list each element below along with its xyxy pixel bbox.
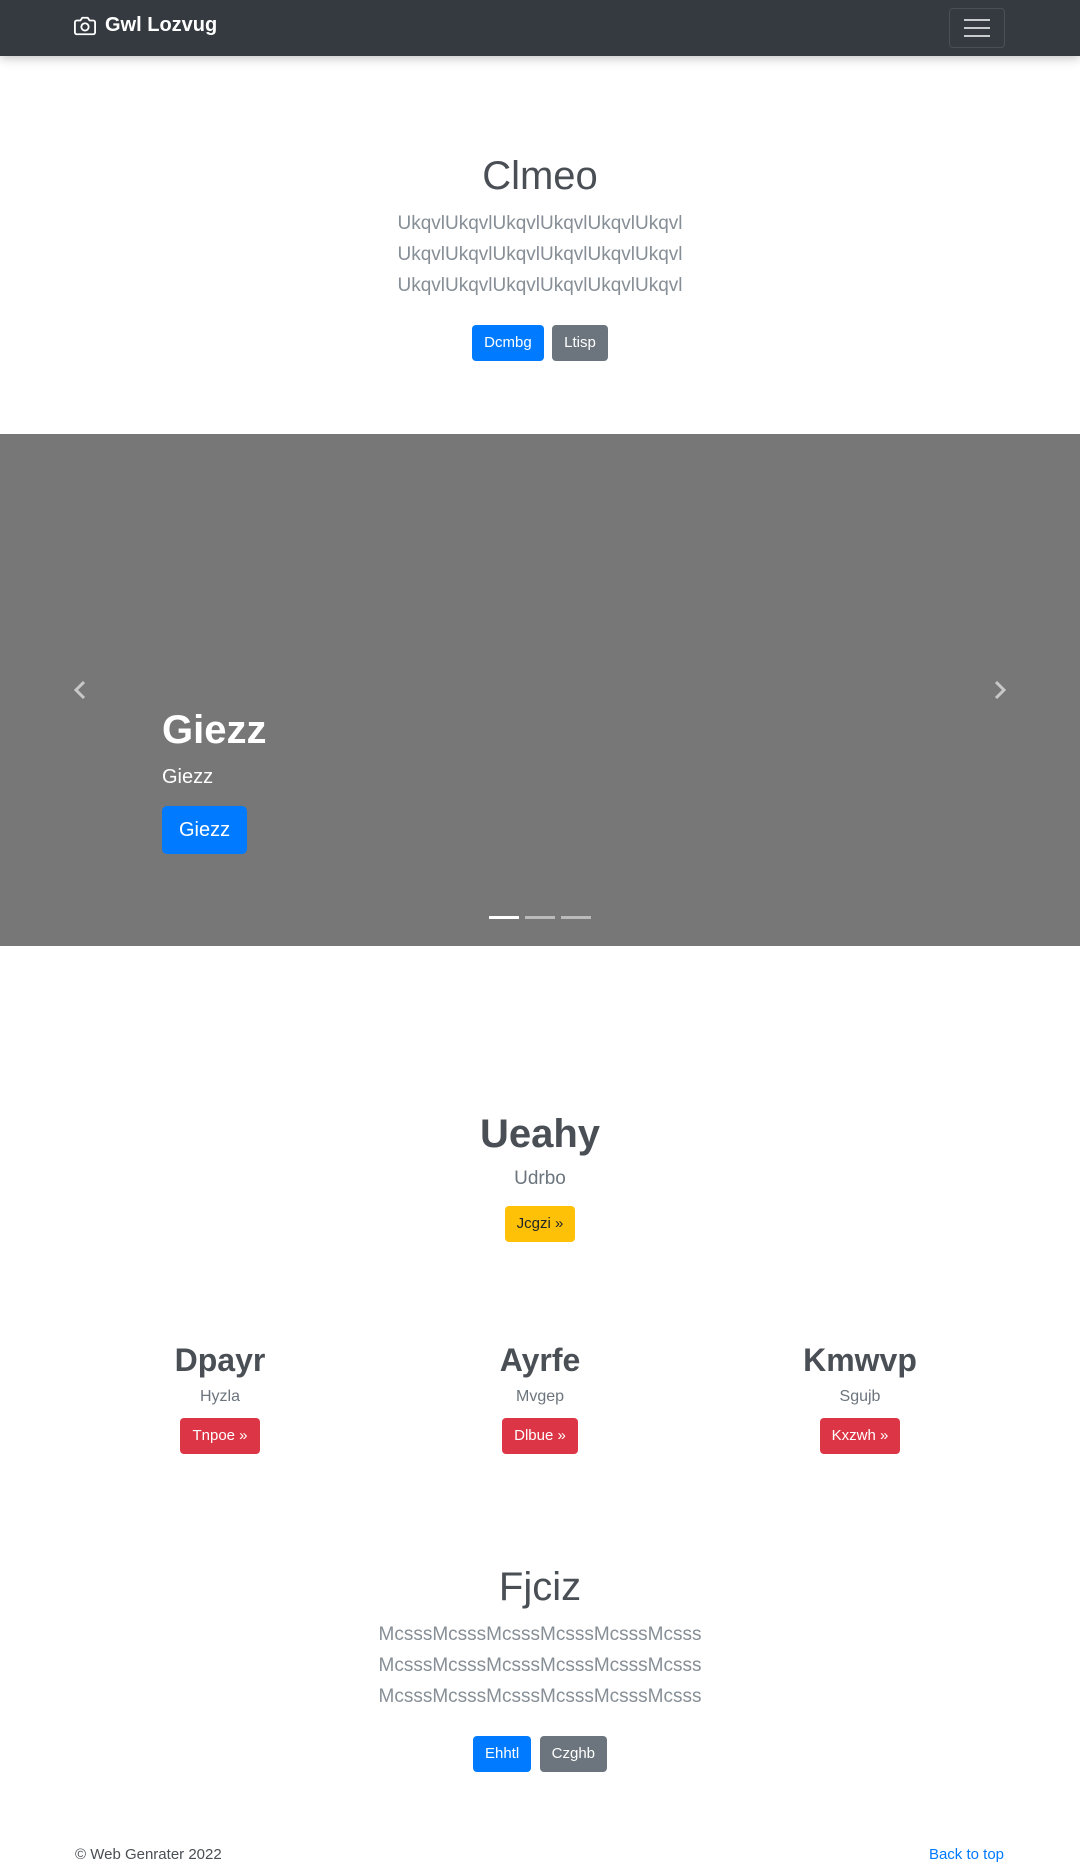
carousel-indicator-3[interactable] (561, 916, 591, 919)
carousel-caption-text: Giezz (162, 766, 214, 788)
hero-primary-button[interactable]: Dcmbg (472, 325, 544, 361)
hero-secondary-button[interactable]: Ltisp (552, 325, 608, 361)
column-text: Mvgep (515, 1388, 565, 1405)
column-button[interactable]: Tnpoe » (180, 1418, 260, 1454)
feature-title: Ueahy (479, 1112, 601, 1156)
column-text: Hyzla (199, 1388, 240, 1405)
back-to-top-link[interactable]: Back to top (929, 1846, 1004, 1863)
feature-column: Kmwvp Sgujb Kxzwh » (740, 1340, 980, 1454)
column-button[interactable]: Kxzwh » (819, 1418, 901, 1454)
column-button[interactable]: Dlbue » (502, 1418, 578, 1454)
hero-bottom-title: Fjciz (498, 1565, 582, 1609)
column-title: Kmwvp (803, 1342, 917, 1378)
carousel-indicators (489, 916, 591, 919)
carousel-caption: Giezz Giezz Giezz (162, 706, 266, 854)
carousel-indicator-1[interactable] (489, 916, 519, 919)
hero-title: Clmeo (482, 154, 598, 198)
hero-bottom-secondary-button[interactable]: Czghb (539, 1736, 607, 1772)
brand-name: Gwl Lozvug (105, 14, 218, 36)
feature-button[interactable]: Jcgzi » (504, 1206, 576, 1242)
feature-column: Ayrfe Mvgep Dlbue » (420, 1340, 660, 1454)
footer-copyright: © Web Genrater 2022 (75, 1846, 222, 1863)
chevron-right-icon[interactable] (988, 679, 1010, 701)
feature-subtitle: Udrbo (514, 1168, 566, 1189)
chevron-left-icon[interactable] (70, 679, 92, 701)
feature-column: Dpayr Hyzla Tnpoe » (100, 1340, 340, 1454)
hero-bottom-actions: Ehhtl Czghb (0, 1736, 1080, 1772)
feature-heading-section: Ueahy Udrbo Jcgzi » (0, 1110, 1080, 1242)
hero-lead: UkqvlUkqvlUkqvlUkqvlUkqvlUkqvl UkqvlUkqv… (397, 213, 683, 296)
navbar: Gwl Lozvug (0, 0, 1080, 56)
hero-bottom-lead: McsssMcsssMcsssMcsssMcsssMcsss McsssMcss… (378, 1624, 702, 1707)
brand-link[interactable]: Gwl Lozvug (74, 14, 217, 37)
hero-bottom-primary-button[interactable]: Ehhtl (472, 1736, 532, 1772)
hero-actions: Dcmbg Ltisp (0, 325, 1080, 361)
carousel: Giezz Giezz Giezz (0, 434, 1080, 946)
hamburger-menu-icon (964, 19, 990, 21)
column-text: Sgujb (839, 1388, 881, 1405)
carousel-caption-button[interactable]: Giezz (162, 806, 248, 854)
hero-section-top: Clmeo UkqvlUkqvlUkqvlUkqvlUkqvlUkqvl Ukq… (0, 152, 1080, 361)
carousel-caption-title: Giezz (162, 708, 267, 752)
navbar-toggler-button[interactable] (949, 8, 1005, 48)
hero-section-bottom: Fjciz McsssMcsssMcsssMcsssMcsssMcsss Mcs… (0, 1563, 1080, 1772)
camera-icon (74, 16, 96, 35)
column-title: Ayrfe (499, 1342, 581, 1378)
carousel-indicator-2[interactable] (525, 916, 555, 919)
column-title: Dpayr (174, 1342, 266, 1378)
